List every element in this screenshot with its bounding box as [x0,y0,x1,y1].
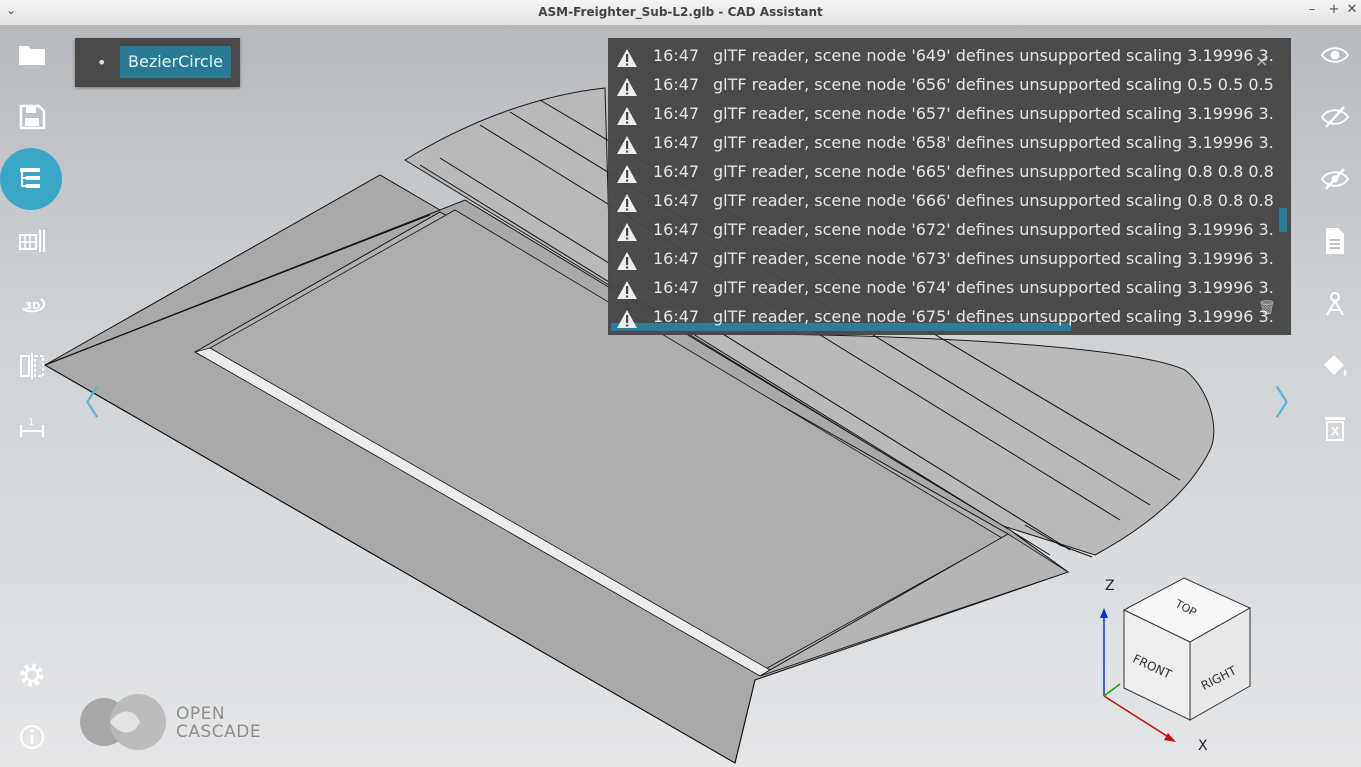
explode-icon [1326,292,1344,316]
log-time: 16:47 [653,133,700,152]
warning-icon [617,136,637,154]
log-message: glTF reader, scene node '675' defines un… [713,307,1275,326]
open-cascade-logo [80,694,166,750]
warning-icon [617,252,637,270]
warning-icon [617,310,637,328]
warning-icon [617,223,637,241]
hide-button[interactable] [1315,97,1355,137]
open-file-button[interactable] [12,35,52,75]
message-log-panel[interactable]: ✕ 🗑 16:47 glTF reader, scene node '649' d… [608,38,1291,335]
tree-button[interactable] [0,148,62,210]
show-icon [1320,47,1350,63]
log-time: 16:47 [653,46,700,65]
log-message: glTF reader, scene node '658' defines un… [713,133,1275,152]
tree-item-beziercircle[interactable]: BezierCircle [120,46,232,78]
log-entry[interactable]: 16:47 glTF reader, scene node '649' defin… [608,42,1278,71]
open-cascade-logo-text: OPEN CASCADE [176,704,262,742]
z-axis-arrow [1100,608,1108,618]
delete-icon [1325,417,1345,441]
view3d-icon: 3D [22,298,46,313]
log-time: 16:47 [653,104,700,123]
warning-icon [617,165,637,183]
log-message: glTF reader, scene node '666' defines un… [713,191,1274,210]
settings-button[interactable] [12,655,52,695]
properties-button[interactable] [12,221,52,261]
hide-others-icon [1320,168,1350,190]
log-message: glTF reader, scene node '672' defines un… [713,220,1275,239]
log-message: glTF reader, scene node '673' defines un… [713,249,1275,268]
log-time: 16:47 [653,162,700,181]
delete-button[interactable] [1315,408,1355,448]
warning-icon [617,78,637,96]
window-title: ASM-Freighter_Sub-L2.glb - CAD Assistant [538,5,823,19]
properties-icon [19,230,45,252]
log-vertical-scrollbar[interactable] [1279,208,1287,232]
hide-icon [1320,106,1350,128]
log-time: 16:47 [653,75,700,94]
close-window-button[interactable]: ✕ [1343,2,1361,17]
model-tree-panel: • BezierCircle [75,38,240,87]
log-entry[interactable]: 16:47 glTF reader, scene node '656' defin… [608,71,1278,100]
svg-text:1: 1 [28,417,34,428]
explode-button[interactable] [1315,284,1355,324]
next-panel-chevron[interactable]: 〉 [1274,376,1308,425]
log-message: glTF reader, scene node '657' defines un… [713,104,1275,123]
log-entry[interactable]: 16:47 glTF reader, scene node '666' defin… [608,187,1278,216]
folder-icon [19,46,45,65]
save-button[interactable] [12,97,52,137]
document-button[interactable] [1315,221,1355,261]
x-axis-arrow [1164,733,1176,742]
log-entry[interactable]: 16:47 glTF reader, scene node '675' defin… [608,303,1278,332]
measure-button[interactable]: 1 [12,408,52,448]
measure-icon: 1 [20,417,44,437]
view-cube[interactable]: TOP FRONT RIGHT [1090,570,1270,760]
warning-icon [617,49,637,67]
maximize-button[interactable]: + [1325,2,1343,17]
view3d-button[interactable]: 3D [12,284,52,324]
tree-bullet: • [97,53,107,72]
log-entry[interactable]: 16:47 glTF reader, scene node '674' defin… [608,274,1278,303]
log-time: 16:47 [653,220,700,239]
axis-z-label: Z [1105,578,1115,594]
paint-button[interactable] [1315,346,1355,386]
hide-others-button[interactable] [1315,159,1355,199]
paint-bucket-icon [1324,355,1347,376]
log-entry[interactable]: 16:47 glTF reader, scene node '665' defin… [608,158,1278,187]
axis-x-label: X [1198,738,1208,754]
save-icon [19,104,46,130]
info-icon [20,725,44,749]
log-time: 16:47 [653,278,700,297]
section-icon [20,353,44,379]
settings-icon [20,663,44,687]
log-message: glTF reader, scene node '656' defines un… [713,75,1274,94]
warning-icon [617,281,637,299]
title-bar: ⌄ ASM-Freighter_Sub-L2.glb - CAD Assista… [0,0,1361,26]
log-entry[interactable]: 16:47 glTF reader, scene node '657' defin… [608,100,1278,129]
log-entry[interactable]: 16:47 glTF reader, scene node '673' defin… [608,245,1278,274]
warning-icon [617,107,637,125]
log-entry[interactable]: 16:47 glTF reader, scene node '672' defin… [608,216,1278,245]
document-icon [1326,228,1344,254]
log-time: 16:47 [653,191,700,210]
tree-icon [20,168,40,188]
warning-icon [617,194,637,212]
show-button[interactable] [1315,35,1355,75]
log-message: glTF reader, scene node '649' defines un… [713,46,1275,65]
y-axis [1103,683,1121,697]
svg-text:3D: 3D [25,301,40,312]
log-time: 16:47 [653,249,700,268]
log-message: glTF reader, scene node '674' defines un… [713,278,1275,297]
minimize-button[interactable]: – [1303,2,1321,17]
log-time: 16:47 [653,307,700,326]
section-button[interactable] [12,346,52,386]
log-message: glTF reader, scene node '665' defines un… [713,162,1274,181]
prev-panel-chevron[interactable]: 〈 [66,376,100,425]
info-button[interactable] [12,717,52,757]
log-entry[interactable]: 16:47 glTF reader, scene node '658' defin… [608,129,1278,158]
